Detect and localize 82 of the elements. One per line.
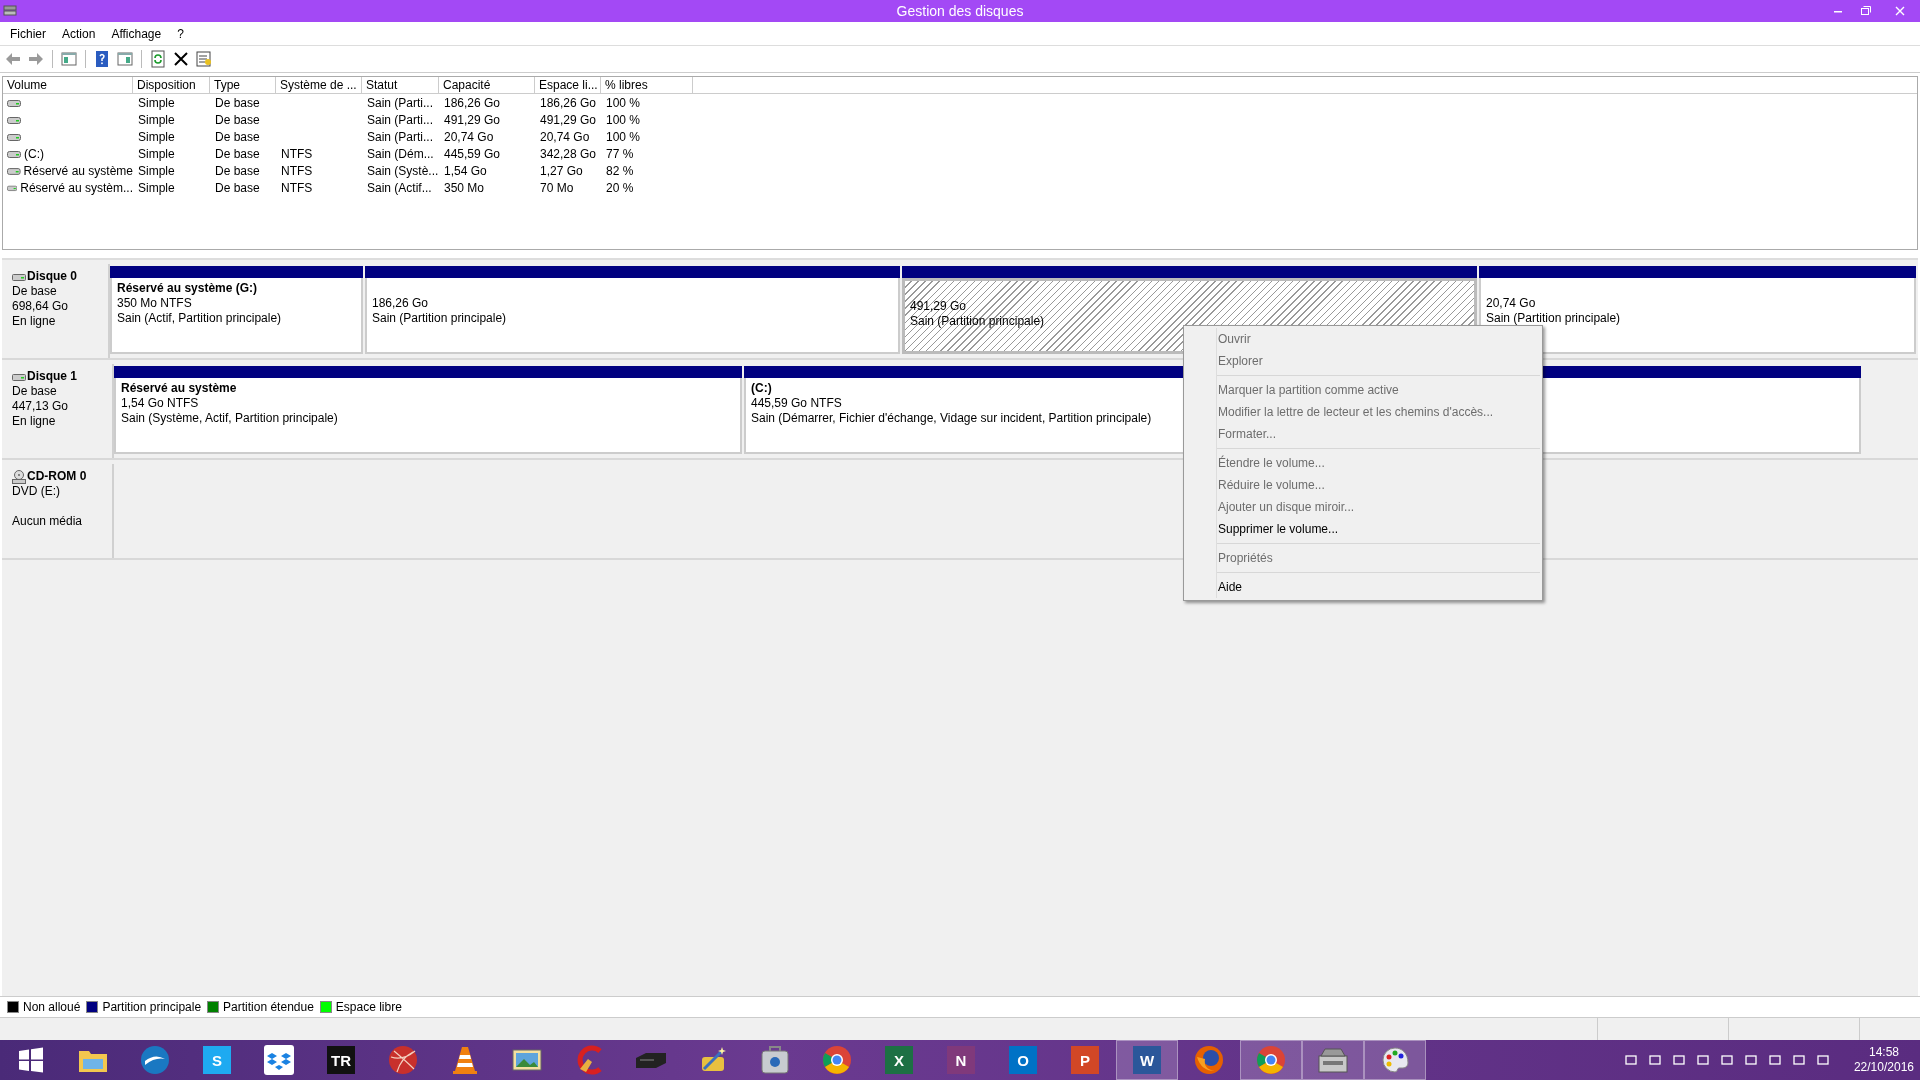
table-cell: Réservé au système <box>23 163 133 178</box>
table-cell: (C:) <box>24 146 44 161</box>
table-cell: 100 % <box>606 129 641 144</box>
table-cell: 491,29 Go <box>540 112 597 127</box>
app-tile-icon: N <box>947 1046 975 1074</box>
disk-info: En ligne <box>12 414 56 429</box>
app-tile-icon: TR <box>327 1046 355 1074</box>
partition-name: Réservé au système (G:) <box>117 281 258 296</box>
table-cell: 100 % <box>606 95 641 110</box>
legend-label: Partition étendue <box>223 1000 314 1014</box>
table-cell: 20,74 Go <box>444 129 494 144</box>
table-cell: Sain (Actif... <box>367 180 432 195</box>
table-cell: 20 % <box>606 180 634 195</box>
app-tile-icon: X <box>885 1046 913 1074</box>
app-tile-icon: W <box>1133 1046 1161 1074</box>
disk-info: Aucun média <box>12 514 83 529</box>
table-cell: NTFS <box>281 180 313 195</box>
partition-status: Sain (Partition principale) <box>1486 311 1621 326</box>
partition-status: Sain (Actif, Partition principale) <box>117 311 282 326</box>
legend-label: Non alloué <box>23 1000 81 1014</box>
clock-time: 14:58 <box>1868 1045 1899 1060</box>
table-cell: 1,54 Go <box>444 163 487 178</box>
app-tile-icon: S <box>203 1046 231 1074</box>
disk-info: En ligne <box>12 314 56 329</box>
partition-size: 350 Mo NTFS <box>117 296 192 311</box>
table-cell: 491,29 Go <box>444 112 501 127</box>
table-cell: 186,26 Go <box>540 95 597 110</box>
partition-size: 186,26 Go <box>372 296 429 311</box>
table-cell: De base <box>215 180 260 195</box>
disk-name: Disque 0 <box>27 269 77 284</box>
table-cell: Simple <box>138 129 175 144</box>
disk-info: 447,13 Go <box>12 399 69 414</box>
table-cell: 70 Mo <box>540 180 574 195</box>
table-cell: Simple <box>138 95 175 110</box>
disk-info: De base <box>12 384 57 399</box>
table-cell: Simple <box>138 163 175 178</box>
partition-name: Réservé au système <box>121 381 237 396</box>
app-tile-icon: O <box>1009 1046 1037 1074</box>
partition-status: Sain (Partition principale) <box>372 311 507 326</box>
disk-info: De base <box>12 284 57 299</box>
table-cell: 20,74 Go <box>540 129 590 144</box>
table-cell: Simple <box>138 180 175 195</box>
disk-name: CD-ROM 0 <box>27 469 87 484</box>
clock-date: 22/10/2016 <box>1853 1060 1914 1075</box>
disk-name: Disque 1 <box>27 369 77 384</box>
table-cell: Sain (Parti... <box>367 95 434 110</box>
partition-size: 1,54 Go NTFS <box>121 396 199 411</box>
table-cell: De base <box>215 129 260 144</box>
table-cell: De base <box>215 163 260 178</box>
partition-size: 491,29 Go <box>910 299 967 314</box>
table-cell: Simple <box>138 146 175 161</box>
table-cell: Réservé au systèm... <box>20 180 133 195</box>
table-cell: NTFS <box>281 163 313 178</box>
partition-size: 20,74 Go <box>1486 296 1536 311</box>
table-cell: 445,59 Go <box>444 146 501 161</box>
table-cell: Sain (Parti... <box>367 129 434 144</box>
app-tile-icon: P <box>1071 1046 1099 1074</box>
table-cell: 100 % <box>606 112 641 127</box>
table-cell: 1,27 Go <box>540 163 583 178</box>
table-cell: 186,26 Go <box>444 95 501 110</box>
disk-info: DVD (E:) <box>12 484 60 499</box>
partition-name: (C:) <box>751 381 772 396</box>
table-cell: Sain (Dém... <box>367 146 434 161</box>
partition-status: Sain (Démarrer, Fichier d'échange, Vidage sur incident, Partition principale) <box>751 411 1152 426</box>
legend-label: Espace libre <box>335 1000 402 1014</box>
table-cell: De base <box>215 146 260 161</box>
table-cell: De base <box>215 95 260 110</box>
partition-status: Sain (Partition principale) <box>910 314 1045 329</box>
table-cell: 350 Mo <box>444 180 485 195</box>
table-cell: 342,28 Go <box>540 146 597 161</box>
table-cell: Sain (Parti... <box>367 112 434 127</box>
partition-status: Sain (Système, Actif, Partition principale) <box>121 411 338 426</box>
disk-info: 698,64 Go <box>12 299 69 314</box>
table-cell: De base <box>215 112 260 127</box>
table-cell: 82 % <box>606 163 634 178</box>
legend-label: Partition principale <box>102 1000 202 1014</box>
window-title: Gestion des disques <box>895 3 1025 19</box>
table-cell: Simple <box>138 112 175 127</box>
partition-size: 445,59 Go NTFS <box>751 396 842 411</box>
table-cell: NTFS <box>281 146 313 161</box>
table-cell: 77 % <box>606 146 634 161</box>
table-cell: Sain (Systè... <box>367 163 439 178</box>
